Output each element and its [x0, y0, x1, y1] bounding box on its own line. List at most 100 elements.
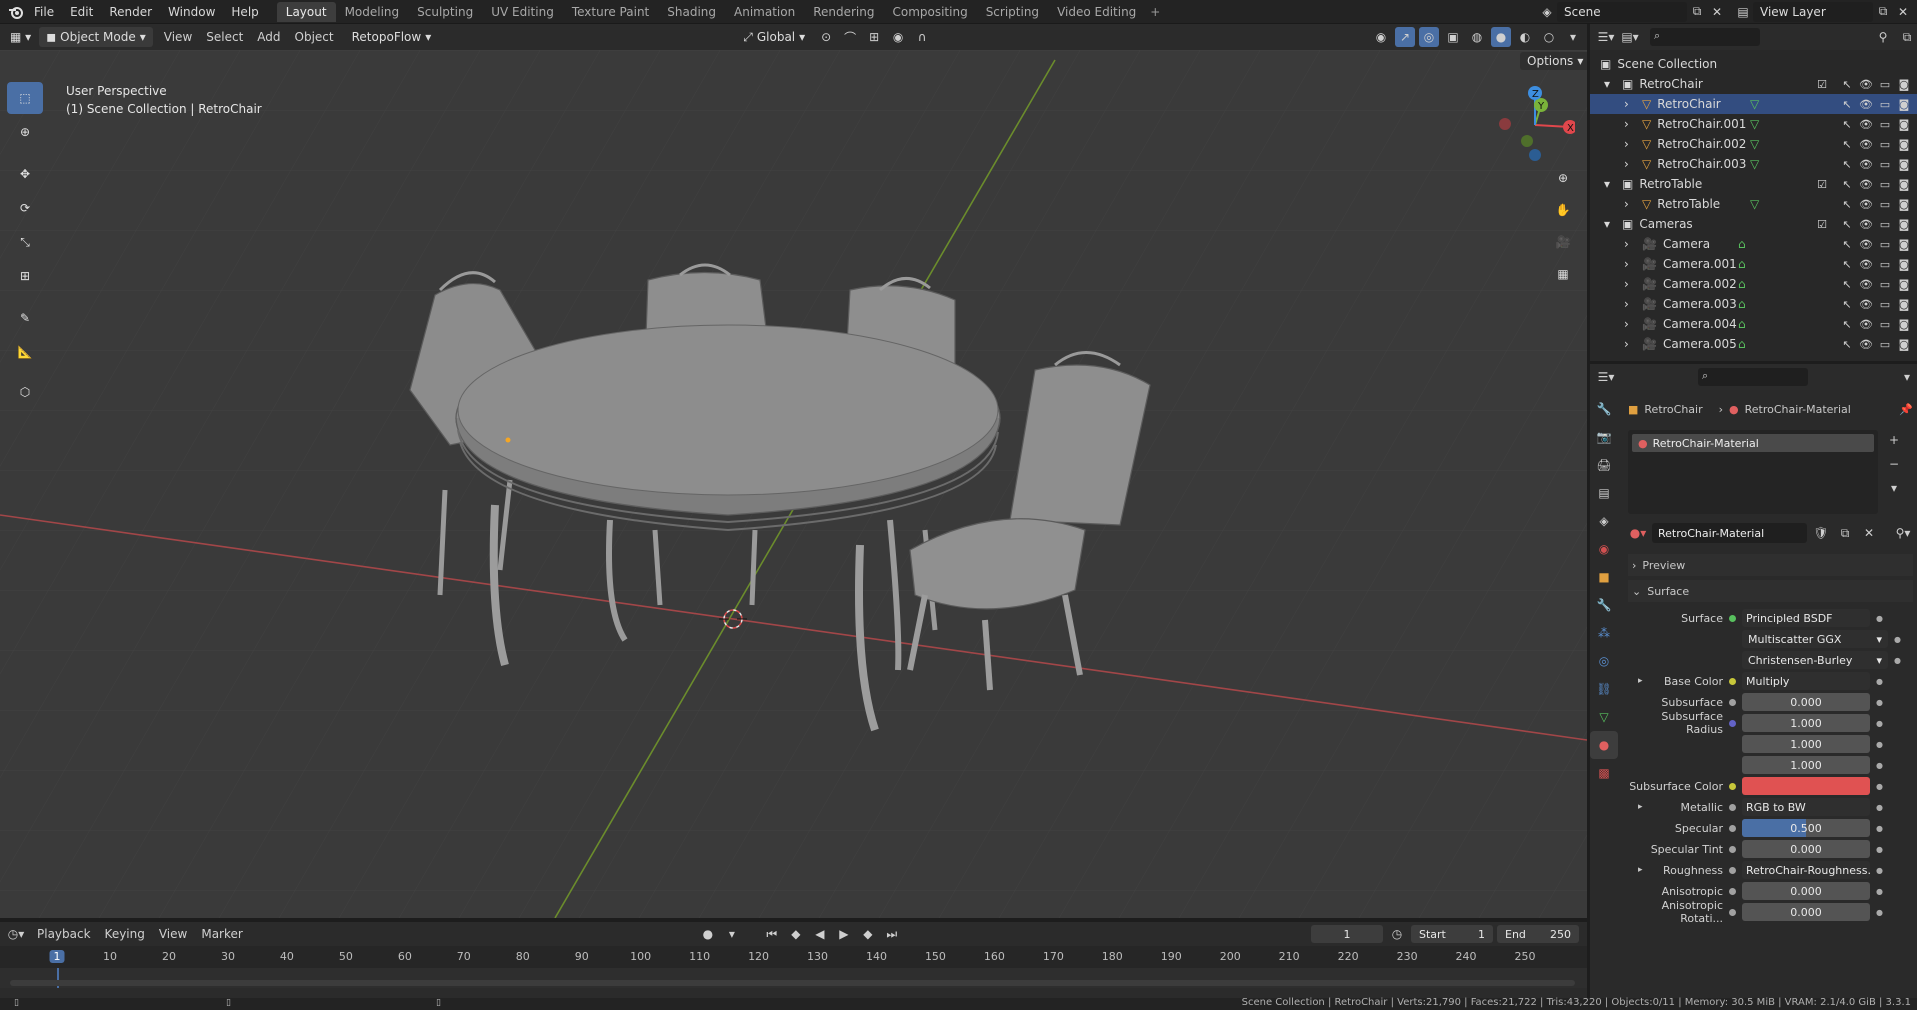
select-box-tool[interactable]: ⬚: [7, 82, 43, 114]
tab-compositing[interactable]: Compositing: [883, 2, 976, 22]
tab-modeling[interactable]: Modeling: [336, 2, 409, 22]
link-field[interactable]: RetroChair-Roughness.p...: [1742, 861, 1870, 879]
socket-dot-icon[interactable]: [1729, 824, 1736, 832]
chevron-right-icon[interactable]: ›: [1624, 97, 1636, 111]
material-name-field[interactable]: RetroChair-Material: [1652, 523, 1807, 543]
animate-dot-icon[interactable]: ●: [1876, 761, 1883, 770]
monitor-icon[interactable]: ▭: [1878, 157, 1892, 171]
mesh-data-icon[interactable]: ▽: [1750, 97, 1759, 111]
tab-rendering[interactable]: Rendering: [804, 2, 883, 22]
eye-icon[interactable]: 👁: [1859, 257, 1873, 271]
outliner-object[interactable]: › ▽ RetroChair.001 ▽ ↖ 👁 ▭ ◙: [1590, 114, 1917, 134]
animate-dot-icon[interactable]: ●: [1876, 782, 1883, 791]
socket-dot-icon[interactable]: [1729, 908, 1736, 916]
monitor-icon[interactable]: ▭: [1878, 77, 1892, 91]
monitor-icon[interactable]: ▭: [1878, 337, 1892, 351]
scale-tool[interactable]: ⤡: [7, 226, 43, 258]
socket-dot-icon[interactable]: [1729, 782, 1736, 790]
viewport-menu-add[interactable]: Add: [250, 30, 287, 44]
eye-icon[interactable]: 👁: [1859, 317, 1873, 331]
eye-icon[interactable]: 👁: [1859, 157, 1873, 171]
camera-data-icon[interactable]: ⌂: [1738, 337, 1746, 351]
monitor-icon[interactable]: ▭: [1878, 177, 1892, 191]
camera-render-icon[interactable]: ◙: [1897, 257, 1911, 271]
socket-dot-icon[interactable]: [1729, 887, 1736, 895]
dropdown-field[interactable]: Christensen-Burley ▾: [1742, 651, 1888, 669]
overlay-toggle-icon[interactable]: ◎: [1419, 27, 1439, 47]
fake-user-icon[interactable]: 🛡: [1811, 523, 1831, 543]
number-field[interactable]: 1.000: [1742, 756, 1870, 774]
frame-ruler[interactable]: 1 10 20 30 40 50 60 70 80 90 100 110 120 130 140 150 160…: [0, 946, 1587, 968]
display-mode-icon[interactable]: ▤▾: [1620, 27, 1640, 47]
slot-specials-icon[interactable]: ▾: [1884, 478, 1904, 498]
add-slot-icon[interactable]: +: [1884, 430, 1904, 450]
prev-keyframe-icon[interactable]: ◆: [786, 924, 806, 944]
eye-icon[interactable]: 👁: [1859, 77, 1873, 91]
navigation-gizmo[interactable]: X Y Z: [1495, 85, 1575, 165]
chevron-down-icon[interactable]: ▾: [1604, 77, 1616, 91]
monitor-icon[interactable]: ▭: [1878, 217, 1892, 231]
render-tab-icon[interactable]: 📷: [1590, 423, 1618, 451]
tab-sculpting[interactable]: Sculpting: [408, 2, 482, 22]
socket-dot-icon[interactable]: [1729, 845, 1736, 853]
mesh-data-icon[interactable]: ▽: [1750, 137, 1759, 151]
3d-viewport[interactable]: ⬚ ⊕ ✥ ⟳ ⤡ ⊞ ✎ 📐 ⬡ User Perspective (1) S…: [0, 50, 1587, 918]
outliner-editor-icon[interactable]: ☰▾: [1596, 27, 1616, 47]
number-field[interactable]: 0.000: [1742, 903, 1870, 921]
eye-icon[interactable]: 👁: [1859, 177, 1873, 191]
socket-dot-icon[interactable]: [1729, 677, 1736, 685]
menu-file[interactable]: File: [26, 5, 62, 19]
animate-dot-icon[interactable]: ●: [1876, 887, 1883, 896]
current-frame-field[interactable]: 1: [1311, 925, 1383, 943]
timeline-scrollbar[interactable]: [10, 980, 1575, 986]
number-field[interactable]: 1.000: [1742, 714, 1870, 732]
material-slot-item[interactable]: ● RetroChair-Material: [1632, 434, 1874, 452]
select-arrow-icon[interactable]: ↖: [1840, 237, 1854, 251]
chevron-right-icon[interactable]: ›: [1624, 297, 1636, 311]
new-collection-icon[interactable]: ⧉: [1897, 27, 1917, 47]
eye-icon[interactable]: 👁: [1859, 297, 1873, 311]
socket-dot-icon[interactable]: [1729, 866, 1736, 874]
camera-data-icon[interactable]: ⌂: [1738, 257, 1746, 271]
browse-material-icon[interactable]: ●▾: [1628, 523, 1648, 543]
monitor-icon[interactable]: ▭: [1878, 277, 1892, 291]
output-tab-icon[interactable]: 🖨: [1590, 451, 1618, 479]
delete-scene-icon[interactable]: ✕: [1707, 2, 1727, 22]
next-keyframe-icon[interactable]: ◆: [858, 924, 878, 944]
select-arrow-icon[interactable]: ↖: [1840, 297, 1854, 311]
outliner-object[interactable]: › ▽ RetroTable ▽ ↖ 👁 ▭ ◙: [1590, 194, 1917, 214]
timeline-editor-icon[interactable]: ◷▾: [6, 924, 26, 944]
menu-help[interactable]: Help: [223, 5, 266, 19]
outliner-collection-retrochair[interactable]: ▾ ▣ RetroChair ☑ ↖ 👁 ▭ ◙: [1590, 74, 1917, 94]
texture-tab-icon[interactable]: ▩: [1590, 759, 1618, 787]
snap-icon[interactable]: ⌒: [840, 27, 860, 47]
play-reverse-icon[interactable]: ◀: [810, 924, 830, 944]
pin-icon[interactable]: 📌: [1899, 403, 1913, 416]
expand-arrow-icon[interactable]: ▸: [1638, 676, 1643, 686]
ortho-grid-icon[interactable]: ▦: [1550, 261, 1576, 287]
monitor-icon[interactable]: ▭: [1878, 317, 1892, 331]
view-layer-icon[interactable]: ▤: [1733, 2, 1753, 22]
outliner-object[interactable]: › 🎥 Camera.002 ⌂ ↖ 👁 ▭ ◙: [1590, 274, 1917, 294]
timeline-menu-keying[interactable]: Keying: [98, 927, 152, 941]
expand-arrow-icon[interactable]: ▸: [1638, 802, 1643, 812]
eye-icon[interactable]: 👁: [1859, 197, 1873, 211]
tool-tab-icon[interactable]: 🔧: [1590, 395, 1618, 423]
annotate-tool[interactable]: ✎: [7, 302, 43, 334]
outliner-object[interactable]: › ▽ RetroChair ▽ ↖ 👁 ▭ ◙: [1590, 94, 1917, 114]
select-arrow-icon[interactable]: ↖: [1840, 177, 1854, 191]
menu-render[interactable]: Render: [101, 5, 160, 19]
remove-slot-icon[interactable]: −: [1884, 454, 1904, 474]
chevron-down-icon[interactable]: ▾: [1897, 367, 1917, 387]
eye-icon[interactable]: 👁: [1859, 277, 1873, 291]
chevron-right-icon[interactable]: ›: [1624, 337, 1636, 351]
mesh-data-icon[interactable]: ▽: [1750, 197, 1759, 211]
material-slot-list[interactable]: ● RetroChair-Material: [1628, 430, 1878, 514]
outliner-object[interactable]: › ▽ RetroChair.003 ▽ ↖ 👁 ▭ ◙: [1590, 154, 1917, 174]
gizmo-toggle-icon[interactable]: ↗: [1395, 27, 1415, 47]
monitor-icon[interactable]: ▭: [1878, 257, 1892, 271]
outliner-object[interactable]: › 🎥 Camera.003 ⌂ ↖ 👁 ▭ ◙: [1590, 294, 1917, 314]
tab-video-editing[interactable]: Video Editing: [1048, 2, 1145, 22]
socket-dot-icon[interactable]: [1729, 698, 1736, 706]
camera-render-icon[interactable]: ◙: [1897, 317, 1911, 331]
